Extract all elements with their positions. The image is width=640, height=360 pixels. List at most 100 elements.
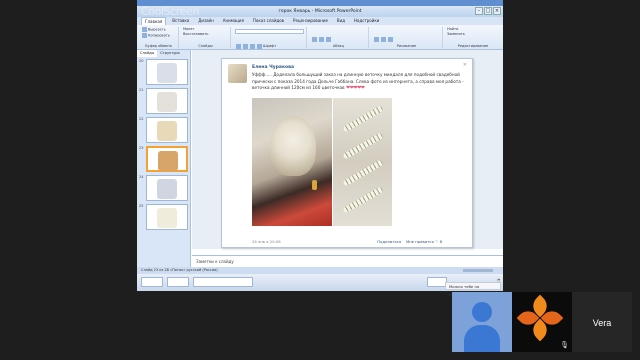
tab-review[interactable]: Рецензирование [290,17,331,25]
maximize-button[interactable]: □ [484,7,492,15]
participant-name: Vera [592,318,612,328]
copy-button[interactable]: Копировать [148,33,170,37]
person-body [464,325,500,352]
ribbon: Вырезать Копировать Буфер обмена Макет В… [137,25,503,63]
slide-thumbnail-row[interactable]: 20 [137,57,190,86]
thumbnail-image [158,151,178,171]
indent-icon[interactable] [326,37,331,42]
bullets-icon[interactable] [312,37,317,42]
mic-icon: 🎙 [560,341,569,349]
slide-thumbnail[interactable] [146,88,188,114]
slide-thumbnail[interactable] [146,117,188,143]
chat-tooltip: Можно тебе по быстрее... [445,282,501,297]
taskbar-item[interactable] [167,277,189,287]
status-text: Слайд 23 из 28 «Поток» русский (Россия) [141,268,218,272]
app-title-bar: CoolScreen герок Январь - Microsoft Powe… [137,6,503,17]
slide-number: 23 [139,146,144,150]
font-group: Шрифт [233,27,307,49]
drawing-label: Рисование [396,44,417,48]
taskbar-item[interactable] [193,277,253,287]
post-author[interactable]: Елена Чуракова [252,65,294,70]
zoom-slider[interactable] [463,269,493,272]
hearts-emoji: ❤❤❤❤❤ [346,85,365,91]
flower-spray [342,105,384,133]
window-controls: – □ × [475,7,501,15]
quick-styles-icon[interactable] [388,37,393,42]
layout-button[interactable]: Макет [183,27,194,31]
hairstyle-photo [252,98,332,226]
notes-pane[interactable]: Заметки к слайду [192,255,503,266]
thumbnail-image [157,179,177,199]
slide-thumbnail[interactable] [146,146,188,172]
slides-label: Слайды [198,44,213,48]
share-link[interactable]: Поделиться [377,239,401,244]
tab-addins[interactable]: Надстройки [351,17,382,25]
flower-branch-photo [333,98,392,226]
thumbnail-image [157,92,177,112]
tab-animation[interactable]: Анимация [220,17,247,25]
flower-spray [342,159,384,187]
font-label: Шрифт [262,44,277,48]
current-slide[interactable]: Елена Чуракова Уффф..... Доделала большу… [221,58,473,248]
shapes-icon[interactable] [374,37,379,42]
status-bar: Слайд 23 из 28 «Поток» русский (Россия) [137,267,503,274]
copy-icon [142,32,147,38]
arrange-icon[interactable] [381,37,386,42]
post-date: 26 янв в 20:06 [252,239,281,244]
slide-thumbnail[interactable] [146,204,188,230]
participant-logo-tile[interactable]: 🎙 [512,292,572,352]
font-name-select[interactable] [235,29,304,34]
slide-number: 25 [139,204,144,208]
drawing-group: Рисование [371,27,443,48]
slide-thumbnail-row[interactable]: 22 [137,115,190,144]
taskbar-item[interactable] [141,277,163,287]
slide-edit-area: Елена Чуракова Уффф..... Доделала большу… [192,50,503,249]
hair-bun [270,116,316,176]
paragraph-label: Абзац [333,44,344,48]
reset-button[interactable]: Восстановить [183,32,208,36]
close-button[interactable]: × [493,7,501,15]
slide-thumbnail[interactable] [146,175,188,201]
like-link[interactable]: Мне нравится ♡ 8 [406,239,442,244]
paragraph-group: Абзац [309,27,369,63]
tab-slides[interactable]: Слайды [137,50,158,57]
slide-number: 24 [139,175,144,179]
slide-thumbnail-row[interactable]: 25 [137,202,190,231]
editing-group: Найти Заменить Редактирование [445,27,501,48]
thumbnail-image [157,208,177,228]
slide-thumbnail-row[interactable]: 21 [137,86,190,115]
slide-thumbnail-row[interactable]: 23 [137,144,190,173]
numbering-icon[interactable] [319,37,324,42]
thumbnail-list: 20 21 22 23 24 25 [137,57,190,231]
replace-button[interactable]: Заменить [447,32,465,36]
earring [312,180,317,190]
cut-icon [142,27,147,32]
app-title: герок Январь - Microsoft PowerPoint [278,9,362,14]
clipboard-label: Буфер обмена [145,44,172,48]
tab-slideshow[interactable]: Показ слайдов [250,17,287,25]
ribbon-tabs: Главная Вставка Дизайн Анимация Показ сл… [137,17,503,25]
slide-number: 21 [139,88,144,92]
tab-home[interactable]: Главная [141,17,167,25]
post-text: Уффф..... Доделала большущий заказ на дл… [252,72,464,91]
tab-view[interactable]: Вид [334,17,348,25]
slide-number: 20 [139,59,144,63]
post-actions: Поделиться Мне нравится ♡ 8 [377,239,442,244]
taskbar-item[interactable] [427,277,447,287]
thumbnail-image [157,121,177,141]
cut-button[interactable]: Вырезать [148,28,166,32]
tab-design[interactable]: Дизайн [195,17,217,25]
tab-outline[interactable]: Структура [157,50,182,57]
slide-thumbnail[interactable] [146,59,188,85]
shared-screen: CoolScreen герок Январь - Microsoft Powe… [137,0,503,291]
slides-panel-tabs: Слайды Структура [137,50,190,57]
slide-thumbnail-row[interactable]: 24 [137,173,190,202]
slides-group: Макет Восстановить Слайды [181,27,231,48]
flower-spray [342,132,384,160]
find-button[interactable]: Найти [447,27,458,31]
close-icon[interactable]: × [463,62,467,68]
self-video-tile[interactable] [452,292,512,352]
participant-tile[interactable]: Vera [572,292,632,352]
minimize-button[interactable]: – [475,7,483,15]
tab-insert[interactable]: Вставка [169,17,192,25]
